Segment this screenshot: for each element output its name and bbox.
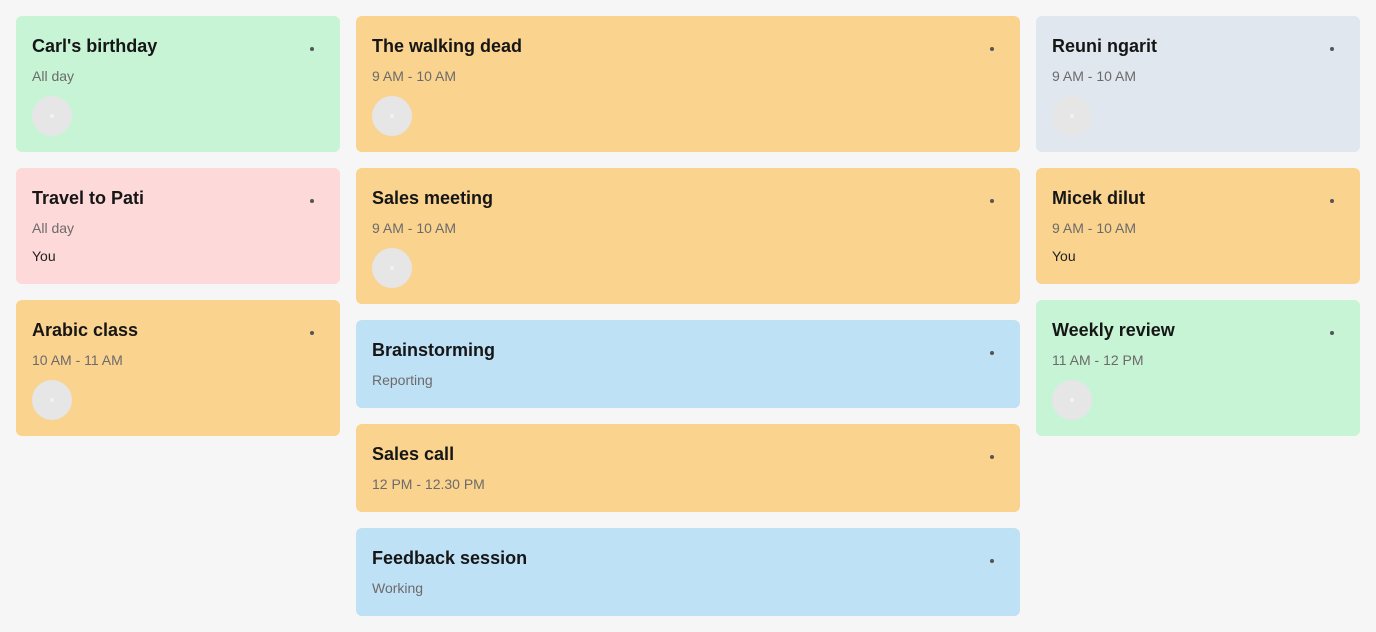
more-dot-icon[interactable] [306,195,318,207]
more-dot-icon[interactable] [306,327,318,339]
event-category: Reporting [372,372,433,388]
more-dot-icon[interactable] [1326,195,1338,207]
event-time: 12 PM - 12.30 PM [372,476,485,492]
event-title: Brainstorming [372,340,496,360]
event-card-micek-dilut[interactable]: Micek dilut 9 AM - 10 AM You [1036,168,1360,284]
event-card-brainstorming[interactable]: Brainstorming Reporting [356,320,1020,408]
event-title: Feedback session [372,548,528,568]
more-dot-icon[interactable] [986,43,998,55]
avatar-icon [32,96,72,136]
event-title: Sales meeting [372,188,494,208]
avatar-icon [32,380,72,420]
more-dot-icon[interactable] [986,195,998,207]
event-time: 9 AM - 10 AM [1052,220,1137,236]
event-column-1: Carl's birthday All day Travel to Pati A… [16,16,340,436]
event-card-sales-call[interactable]: Sales call 12 PM - 12.30 PM [356,424,1020,512]
more-dot-icon[interactable] [306,43,318,55]
event-title: Arabic class [32,320,139,340]
more-dot-icon[interactable] [1326,43,1338,55]
avatar-icon [372,248,412,288]
more-dot-icon[interactable] [1326,327,1338,339]
event-card-feedback-session[interactable]: Feedback session Working [356,528,1020,616]
avatar-icon [1052,96,1092,136]
event-owner: You [32,248,56,264]
event-card-weekly-review[interactable]: Weekly review 11 AM - 12 PM [1036,300,1360,436]
event-time: 9 AM - 10 AM [1052,68,1137,84]
event-column-3: Reuni ngarit 9 AM - 10 AM Micek dilut 9 … [1036,16,1360,436]
event-card-sales-meeting[interactable]: Sales meeting 9 AM - 10 AM [356,168,1020,304]
event-owner: You [1052,248,1076,264]
event-title: Sales call [372,444,455,464]
event-card-reuni-ngarit[interactable]: Reuni ngarit 9 AM - 10 AM [1036,16,1360,152]
event-card-arabic-class[interactable]: Arabic class 10 AM - 11 AM [16,300,340,436]
event-time: 10 AM - 11 AM [32,352,123,368]
more-dot-icon[interactable] [986,347,998,359]
event-time: 11 AM - 12 PM [1052,352,1144,368]
event-time: All day [32,68,75,84]
event-title: Reuni ngarit [1052,36,1158,56]
more-dot-icon[interactable] [986,555,998,567]
event-card-the-walking-dead[interactable]: The walking dead 9 AM - 10 AM [356,16,1020,152]
event-title: Carl's birthday [32,36,158,56]
event-column-2: The walking dead 9 AM - 10 AM Sales meet… [356,16,1020,616]
event-title: Micek dilut [1052,188,1146,208]
avatar-icon [1052,380,1092,420]
event-title: The walking dead [372,36,523,56]
event-card-travel-to-pati[interactable]: Travel to Pati All day You [16,168,340,284]
more-dot-icon[interactable] [986,451,998,463]
event-category: Working [372,580,424,596]
event-card-carls-birthday[interactable]: Carl's birthday All day [16,16,340,152]
event-time: All day [32,220,75,236]
event-title: Travel to Pati [32,188,145,208]
event-board: Carl's birthday All day Travel to Pati A… [0,0,1376,632]
event-title: Weekly review [1052,320,1175,340]
event-time: 9 AM - 10 AM [372,220,457,236]
avatar-icon [372,96,412,136]
event-time: 9 AM - 10 AM [372,68,457,84]
